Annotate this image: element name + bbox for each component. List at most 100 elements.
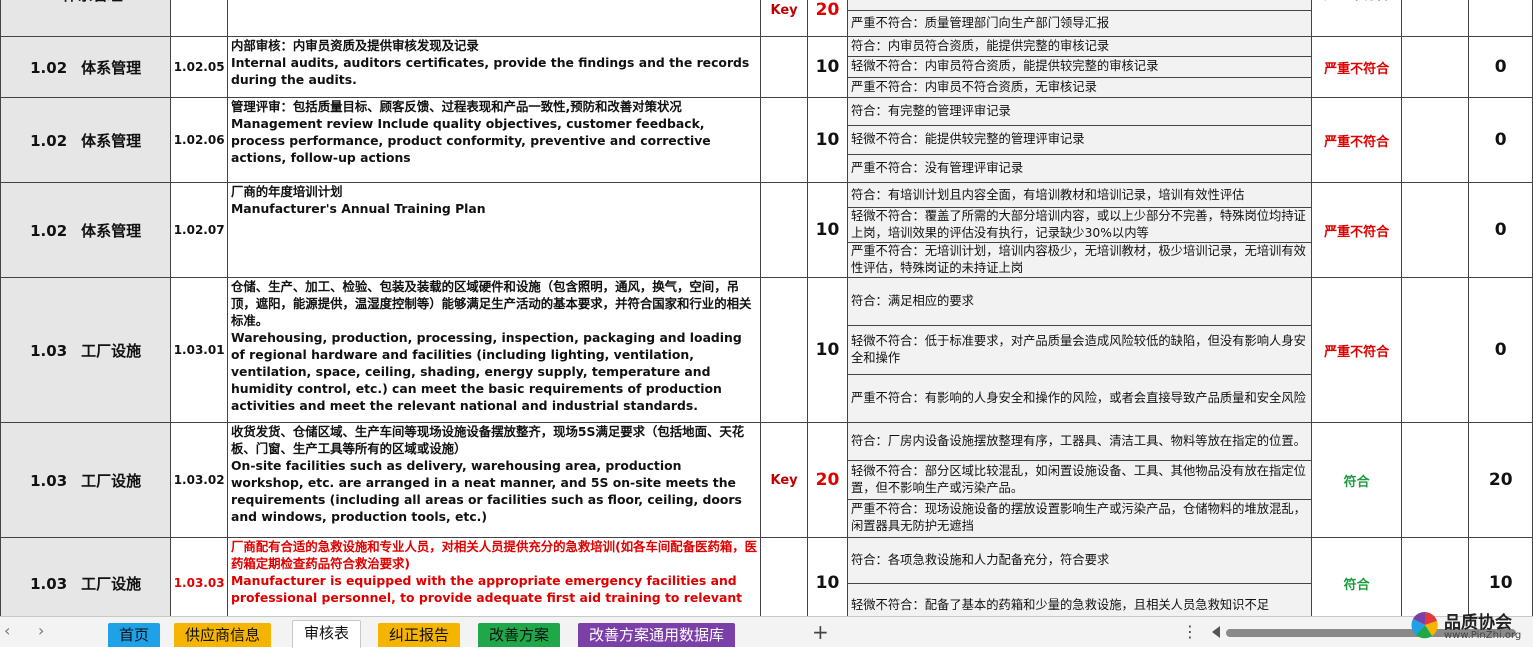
description-wrap: 仓储、生产、加工、检验、包装及装载的区域硬件和设施（包含照明，通风，换气，空间，… <box>230 279 757 415</box>
score-cell[interactable]: 10 <box>806 277 848 423</box>
category-number: 1.02 <box>30 131 68 150</box>
criteria-line: 严重不符合：现场设施设备的摆放设置影响生产或污染产品，仓储物料的堆放混乱，闲置器… <box>848 499 1311 537</box>
key-cell[interactable]: Key <box>760 422 808 538</box>
key-cell[interactable] <box>760 97 808 183</box>
category-name: 工厂设施 <box>81 574 142 593</box>
criteria-cell[interactable]: 严重不符合：质量管理部门向生产部门领导汇报 <box>846 0 1313 37</box>
more-options-icon[interactable]: ⋮ <box>1182 622 1198 641</box>
category-number: 1.02 <box>30 221 68 240</box>
item-description[interactable]: 内部审核：内审员资质及提供审核发现及记录 Internal audits, aud… <box>226 36 762 98</box>
category-name: 体系管理 <box>81 221 142 240</box>
sheet-tab-3[interactable]: 审核表 <box>292 620 362 648</box>
scroll-left-icon[interactable] <box>1212 626 1220 638</box>
criteria-cell[interactable]: 符合：有完整的管理评审记录 轻微不符合：能提供较完整的管理评审记录 严重不符合：没有… <box>846 97 1313 183</box>
item-code[interactable]: 1.02.07 <box>170 182 228 278</box>
criteria-line: 符合：有完整的管理评审记录 <box>848 98 1311 127</box>
pinwheel-logo-icon <box>1411 611 1438 639</box>
score-cell[interactable]: 10 <box>806 36 848 98</box>
description-wrap: other departments. <box>231 0 757 1</box>
spacer-cell <box>1400 97 1470 183</box>
score-cell[interactable]: 20 <box>806 0 848 37</box>
sheet-tab-2[interactable]: 供应商信息 <box>174 623 272 647</box>
criteria-list: 符合：厂房内设备设施摆放整理有序，工器具、清洁工具、物料等放在指定的位置。 轻微不… <box>848 423 1311 537</box>
spacer-cell <box>1400 0 1470 37</box>
sheet-tab-6[interactable]: 改善方案通用数据库 <box>578 623 736 647</box>
sheet-tab-1[interactable]: 首页 <box>108 623 161 647</box>
category-cell[interactable]: 1.03 工厂设施 <box>0 537 172 616</box>
judgement-cell[interactable]: 严重不符合 <box>1311 0 1402 37</box>
tab-prev-icon[interactable]: ‹ <box>4 621 10 640</box>
key-cell[interactable] <box>760 182 808 278</box>
key-cell[interactable] <box>760 277 808 423</box>
criteria-cell[interactable]: 符合：内审员符合资质，能提供完整的审核记录 轻微不符合：内审员符合资质，能提供较完… <box>846 36 1313 98</box>
category-cell[interactable]: 1.03 工厂设施 <box>0 422 172 538</box>
item-description[interactable]: 管理评审：包括质量目标、顾客反馈、过程表现和产品一致性,预防和改善对策状况 Man… <box>226 97 762 183</box>
category-cell[interactable]: 1.02 体系管理 <box>0 36 172 98</box>
item-code[interactable] <box>170 0 228 37</box>
criteria-cell[interactable]: 符合：满足相应的要求 轻微不符合：低于标准要求，对产品质量会造成风险较低的缺陷，但… <box>846 277 1313 423</box>
sheet-tab-5[interactable]: 改善方案 <box>478 623 561 647</box>
key-cell[interactable]: Key <box>760 0 808 37</box>
item-description[interactable]: 厂商配有合适的急救设施和专业人员，对相关人员提供充分的急救培训(如各车间配备医药… <box>226 537 762 616</box>
criteria-line: 符合：厂房内设备设施摆放整理有序，工器具、清洁工具、物料等放在指定的位置。 <box>848 423 1311 462</box>
spreadsheet-area[interactable]: 体系管理other departments.Key20严重不符合：质量管理部门向… <box>0 0 1533 616</box>
final-score-cell[interactable]: 0 <box>1468 182 1533 278</box>
final-score-cell[interactable]: 0 <box>1468 277 1533 423</box>
item-description[interactable]: 厂商的年度培训计划 Manufacturer's Annual Training … <box>226 182 762 278</box>
description-en: Warehousing, production, processing, ins… <box>230 330 742 413</box>
criteria-list: 符合：有完整的管理评审记录 轻微不符合：能提供较完整的管理评审记录 严重不符合：没有… <box>848 98 1311 182</box>
criteria-list: 符合：内审员符合资质，能提供完整的审核记录 轻微不符合：内审员符合资质，能提供较完… <box>848 37 1311 97</box>
final-score-cell[interactable] <box>1468 0 1533 37</box>
add-sheet-icon[interactable]: + <box>812 620 829 644</box>
category-cell[interactable]: 1.02 体系管理 <box>0 97 172 183</box>
criteria-line: 严重不符合：质量管理部门向生产部门领导汇报 <box>848 10 1311 36</box>
final-score-cell[interactable]: 10 <box>1468 537 1533 616</box>
score-cell[interactable]: 10 <box>806 97 848 183</box>
item-description[interactable]: 收货发货、仓储区域、生产车间等现场设施设备摆放整齐，现场5S满足要求（包括地面、… <box>226 422 762 538</box>
sheet-tab-4[interactable]: 纠正报告 <box>378 623 461 647</box>
watermark: 品质协会 www.PinZhi.org <box>1410 606 1533 646</box>
item-code[interactable]: 1.03.03 <box>170 537 228 616</box>
criteria-cell[interactable]: 符合：各项急救设施和人力配备充分，符合要求 轻微不符合：配备了基本的药箱和少量的急… <box>846 537 1313 616</box>
judgement-cell[interactable]: 符合 <box>1311 537 1402 616</box>
item-code[interactable]: 1.02.06 <box>170 97 228 183</box>
description-cn: 厂商配有合适的急救设施和专业人员，对相关人员提供充分的急救培训(如各车间配备医药… <box>230 539 758 571</box>
watermark-url: www.PinZhi.org <box>1444 630 1522 641</box>
score-cell[interactable]: 10 <box>806 537 848 616</box>
judgement-cell[interactable]: 符合 <box>1311 422 1402 538</box>
item-code[interactable]: 1.02.05 <box>170 36 228 98</box>
item-code[interactable]: 1.03.01 <box>170 277 228 423</box>
item-description[interactable]: other departments. <box>226 0 762 37</box>
criteria-line: 符合：内审员符合资质，能提供完整的审核记录 <box>848 37 1311 58</box>
tab-next-icon[interactable]: › <box>38 621 44 640</box>
spacer-cell <box>1400 277 1470 423</box>
judgement-cell[interactable]: 严重不符合 <box>1311 277 1402 423</box>
judgement-cell[interactable]: 严重不符合 <box>1311 36 1402 98</box>
description-wrap: 厂商的年度培训计划 Manufacturer's Annual Training … <box>231 184 757 218</box>
final-score-cell[interactable]: 0 <box>1468 97 1533 183</box>
description-wrap: 厂商配有合适的急救设施和专业人员，对相关人员提供充分的急救培训(如各车间配备医药… <box>230 539 758 607</box>
criteria-cell[interactable]: 符合：有培训计划且内容全面，有培训教材和培训记录，培训有效性评估 轻微不符合：覆盖… <box>846 182 1313 278</box>
table-row: 1.03 工厂设施 1.03.03 厂商配有合适的急救设施和专业人员，对相关人员提供充… <box>0 537 1533 616</box>
score-cell[interactable]: 20 <box>806 422 848 538</box>
key-cell[interactable] <box>760 537 808 616</box>
category-cell[interactable]: 1.02 体系管理 <box>0 182 172 278</box>
description-cn: 内部审核：内审员资质及提供审核发现及记录 <box>230 38 479 53</box>
description-en: On-site facilities such as delivery, war… <box>230 458 742 524</box>
judgement-cell[interactable]: 严重不符合 <box>1311 182 1402 278</box>
final-score-cell[interactable]: 20 <box>1468 422 1533 538</box>
criteria-cell[interactable]: 符合：厂房内设备设施摆放整理有序，工器具、清洁工具、物料等放在指定的位置。 轻微不… <box>846 422 1313 538</box>
category-cell[interactable]: 体系管理 <box>0 0 172 37</box>
category-name: 体系管理 <box>63 0 123 4</box>
description-wrap: 管理评审：包括质量目标、顾客反馈、过程表现和产品一致性,预防和改善对策状况 Man… <box>231 99 757 167</box>
key-cell[interactable] <box>760 36 808 98</box>
category-cell[interactable]: 1.03 工厂设施 <box>0 277 172 423</box>
spacer-cell <box>1400 36 1470 98</box>
final-score-cell[interactable]: 0 <box>1468 36 1533 98</box>
item-description[interactable]: 仓储、生产、加工、检验、包装及装载的区域硬件和设施（包含照明，通风，换气，空间，… <box>226 277 762 423</box>
table-row: 体系管理 other departments.Key20严重不符合：质量管理部门向… <box>0 0 1533 37</box>
score-cell[interactable]: 10 <box>806 182 848 278</box>
description-cn: 收货发货、仓储区域、生产车间等现场设施设备摆放整齐，现场5S满足要求（包括地面、… <box>230 424 745 456</box>
item-code[interactable]: 1.03.02 <box>170 422 228 538</box>
judgement-cell[interactable]: 严重不符合 <box>1311 97 1402 183</box>
